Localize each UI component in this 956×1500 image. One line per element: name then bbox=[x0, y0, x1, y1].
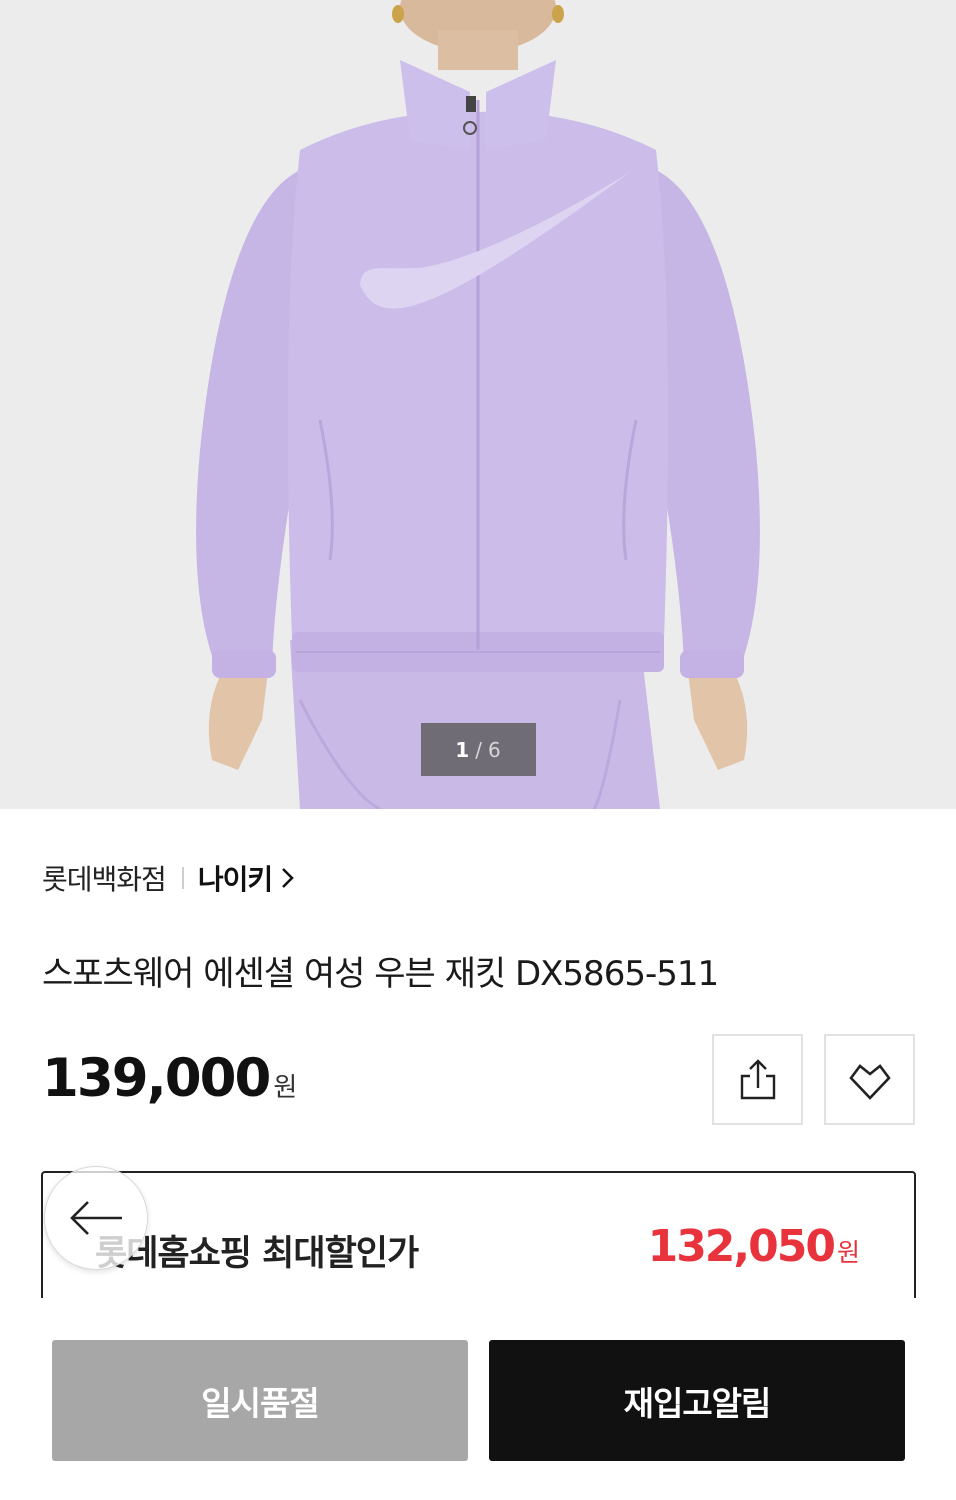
arrow-left-icon bbox=[70, 1201, 122, 1235]
store-name: 롯데백화점 bbox=[42, 863, 167, 896]
image-pager: 1 / 6 bbox=[421, 723, 536, 776]
restock-alert-button[interactable]: 재입고알림 bbox=[489, 1340, 905, 1461]
product-price: 139,000 원 bbox=[42, 1048, 297, 1109]
discount-amount: 132,050 bbox=[647, 1221, 836, 1272]
back-button[interactable] bbox=[44, 1166, 148, 1270]
pager-total: 6 bbox=[487, 737, 502, 762]
wishlist-button[interactable] bbox=[824, 1034, 915, 1125]
sold-out-button[interactable]: 일시품절 bbox=[52, 1340, 468, 1461]
brand-name: 나이키 bbox=[197, 863, 273, 896]
share-icon bbox=[740, 1058, 775, 1099]
price-amount: 139,000 bbox=[42, 1048, 271, 1109]
product-image[interactable]: 1 / 6 bbox=[0, 0, 956, 809]
heart-icon bbox=[848, 1063, 891, 1100]
share-button[interactable] bbox=[712, 1034, 803, 1125]
discount-price: 132,050 원 bbox=[648, 1221, 860, 1272]
product-title: 스포츠웨어 에센셜 여성 우븐 재킷 DX5865-511 bbox=[42, 954, 719, 994]
jacket-illustration bbox=[196, 0, 760, 809]
pager-separator: / bbox=[475, 737, 483, 762]
discount-unit: 원 bbox=[836, 1238, 860, 1267]
price-unit: 원 bbox=[273, 1073, 298, 1103]
chevron-right-icon bbox=[282, 868, 294, 888]
brand-link[interactable]: 나이키 bbox=[198, 858, 296, 898]
pager-current: 1 bbox=[455, 737, 471, 762]
brand-row: 롯데백화점 나이키 bbox=[42, 858, 296, 898]
bottom-action-bar: 일시품절 재입고알림 bbox=[0, 1298, 956, 1500]
brand-divider bbox=[181, 867, 184, 889]
